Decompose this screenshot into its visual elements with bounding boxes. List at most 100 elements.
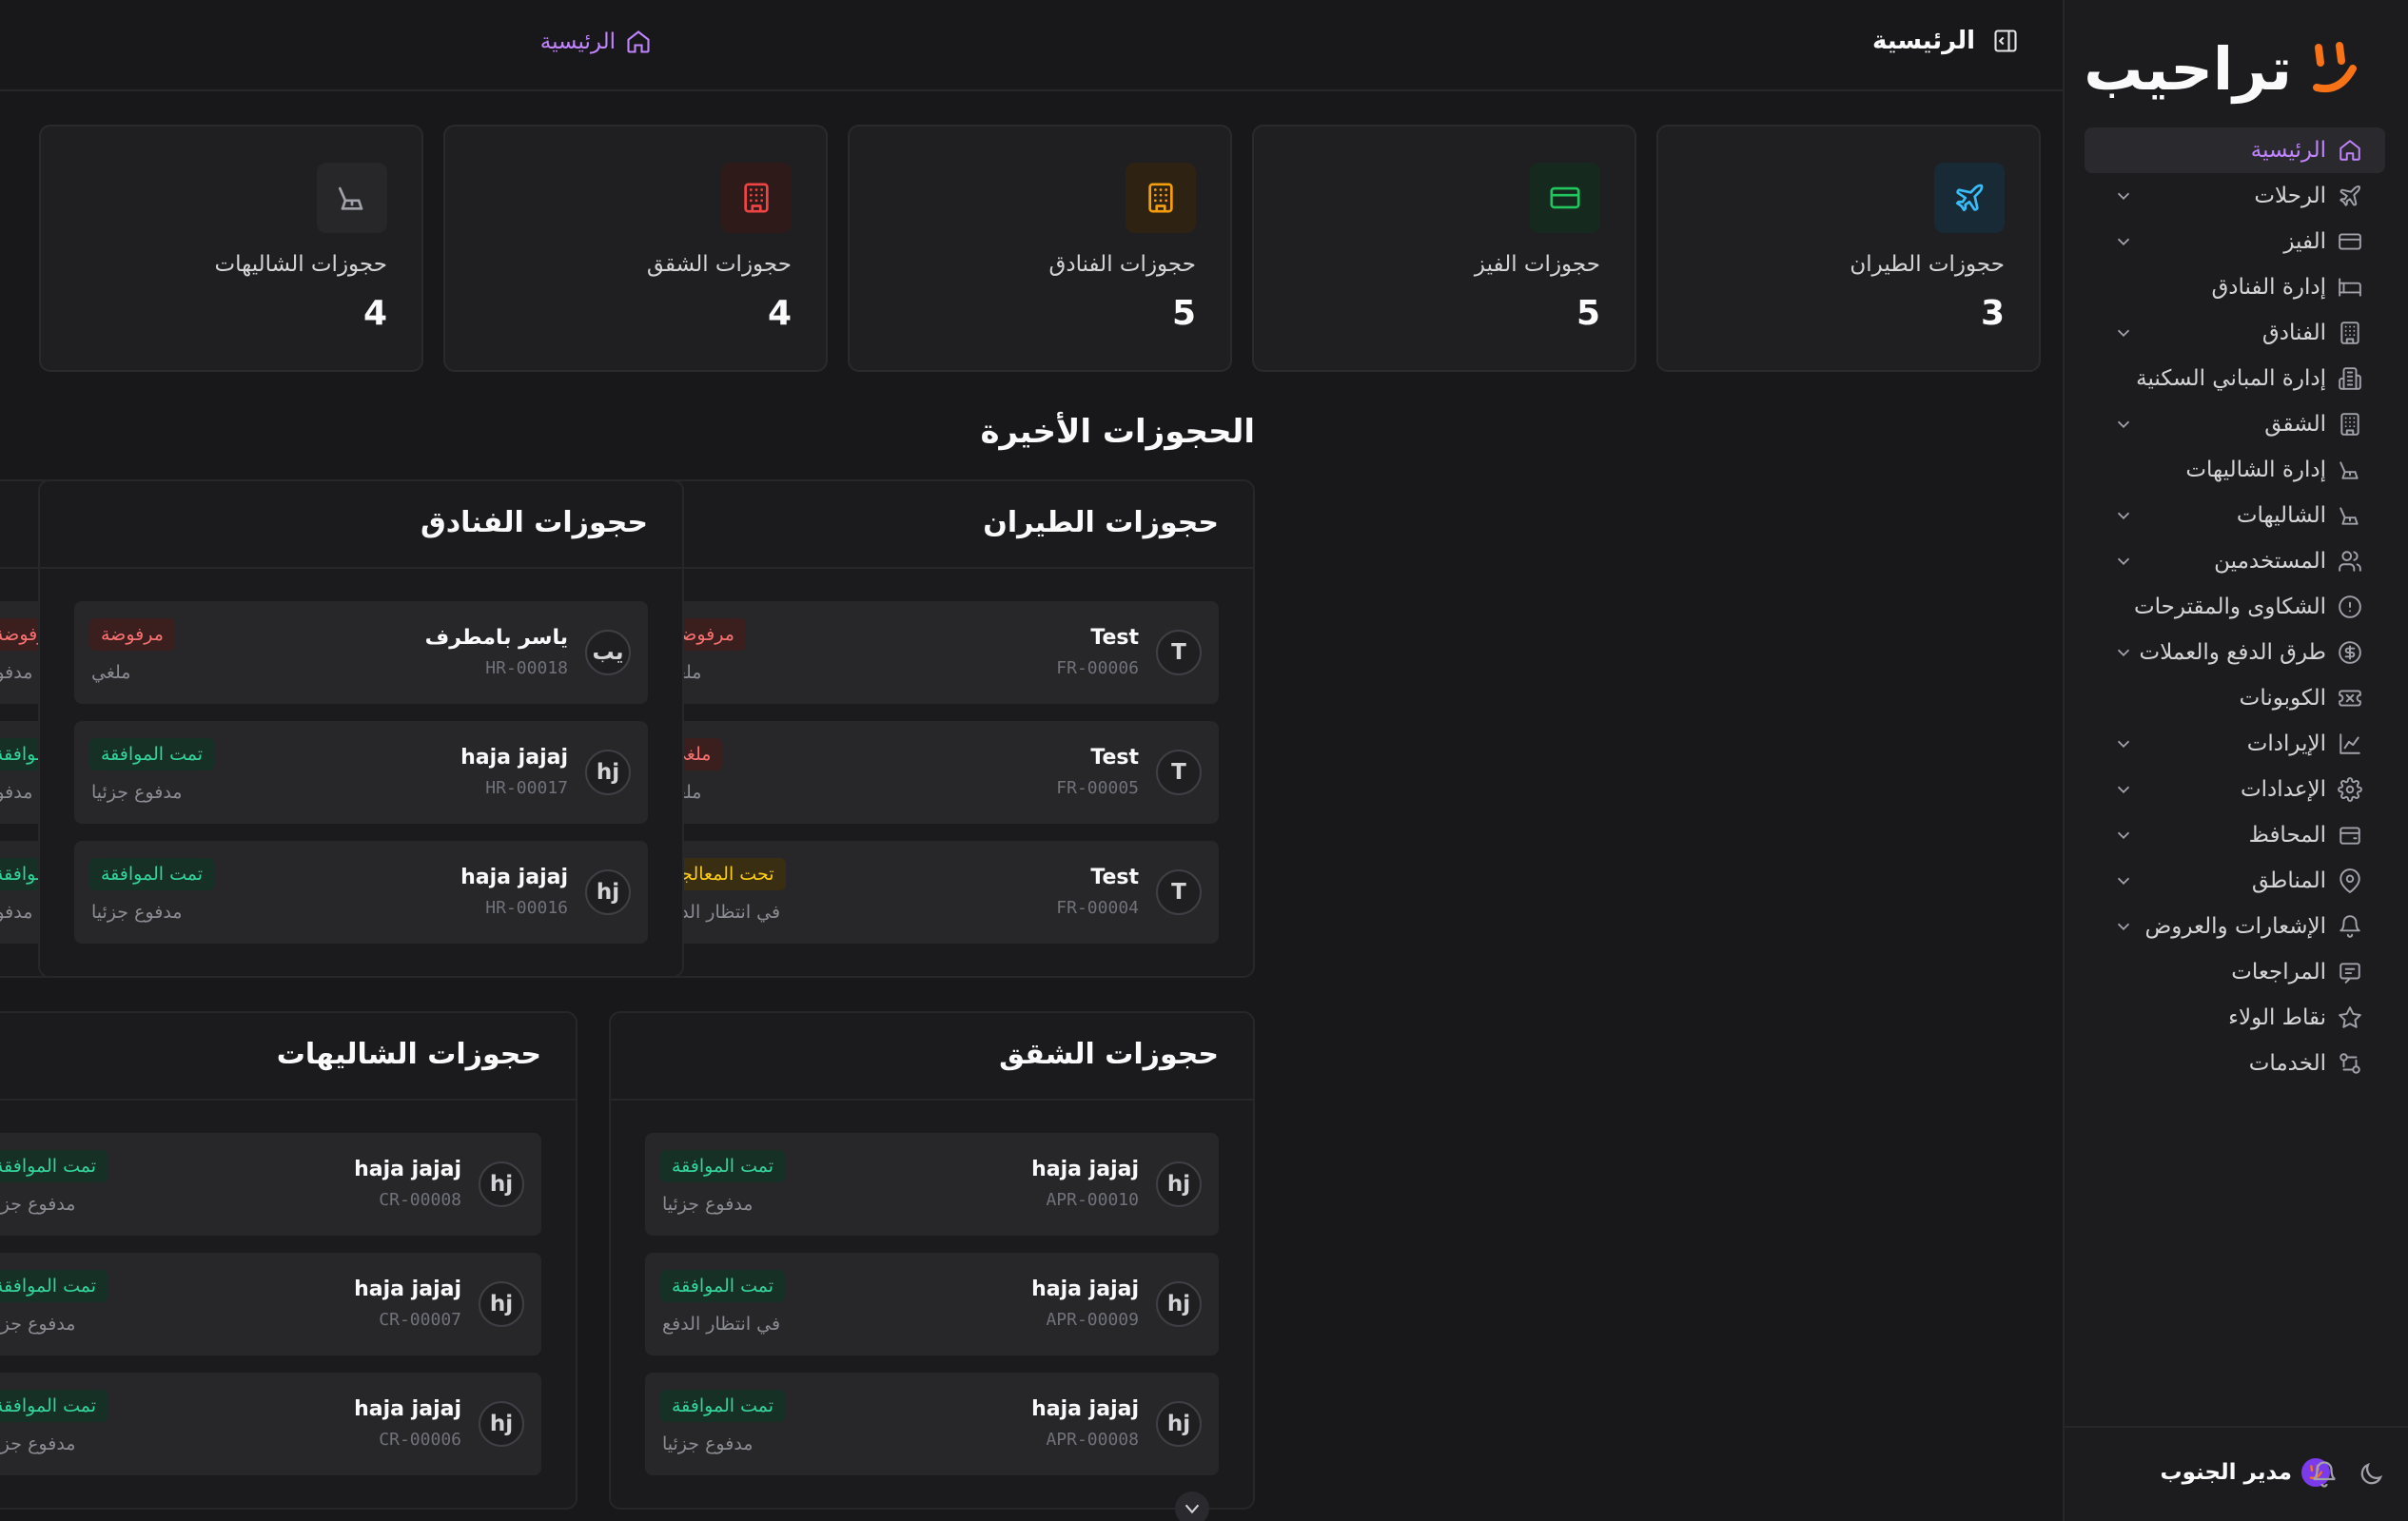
user-menu[interactable]: مدير الجنوب [2161,1458,2330,1487]
sidebar-item-5[interactable]: إدارة المباني السكنية [2085,356,2385,401]
panel-header: حجوزات الشاليهات [0,1013,576,1101]
sidebar-item-1[interactable]: الرحلات [2085,173,2385,219]
sidebar-item-18[interactable]: المراجعات [2085,949,2385,995]
booking-row[interactable]: TTestFR-00005ملغيملغي [645,721,1219,824]
customer-name: haja jajaj [1031,1158,1139,1181]
sidebar-item-label: إدارة الشاليهات [2185,458,2326,482]
booking-row[interactable]: TTestFR-00006مرفوضةملغي [645,601,1219,704]
booking-row[interactable]: hj haja jajaj HR-00016 تمت الموافقة مدفوع جز… [74,841,648,944]
top-bar: الرئيسية الرئيسية [0,0,2063,91]
scroll-down-button[interactable] [1175,1492,1209,1521]
sidebar-item-20[interactable]: الخدمات [2085,1041,2385,1086]
sidebar-item-16[interactable]: المناطق [2085,858,2385,904]
sidebar-item-9[interactable]: المستخدمين [2085,538,2385,584]
booking-row[interactable]: hj haja jajaj APR-00008 تمت الموافقة مدفوع ج… [645,1373,1219,1475]
avatar: T [1156,750,1202,795]
chevron-down-icon[interactable] [2113,322,2134,343]
sidebar-item-0[interactable]: الرئيسية [2085,127,2385,173]
booking-id: CR-00006 [379,1430,461,1450]
sidebar-item-14[interactable]: الإعدادات [2085,767,2385,812]
sidebar-item-label: إدارة الفنادق [2211,275,2326,300]
booking-id: HR-00018 [485,658,568,678]
stat-card-2[interactable]: حجوزات الفنادق 5 [848,125,1232,372]
chevron-down-icon[interactable] [2113,185,2134,206]
moon-icon[interactable] [2357,1460,2385,1489]
sidebar-toggle-icon[interactable] [1992,28,2019,54]
chevron-down-icon[interactable] [2113,825,2134,846]
sidebar-item-12[interactable]: الكوبونات [2085,675,2385,721]
bell-icon[interactable] [2310,1460,2339,1489]
sidebar-item-13[interactable]: الإيرادات [2085,721,2385,767]
sidebar-item-label: إدارة المباني السكنية [2136,366,2326,391]
stat-card-0[interactable]: حجوزات الطيران 3 [1656,125,2041,372]
chevron-down-icon[interactable] [2113,870,2134,891]
status-badge: مرفوضة [89,618,175,651]
chevron-down-icon[interactable] [2113,505,2134,526]
booking-row[interactable]: hj haja jajaj CR-00008 تمت الموافقة مدفوع جز… [0,1133,541,1236]
sidebar-item-label: الخدمات [2248,1051,2326,1076]
booking-row[interactable]: T Test FR-00004 تحت المعالجة في انتظار الدفع [645,841,1219,944]
booking-row[interactable]: يب ياسر بامطرف HR-00018 مرفوضة ملغي [74,601,648,704]
sidebar-item-10[interactable]: الشكاوى والمقترحات [2085,584,2385,630]
booking-row[interactable]: hj haja jajaj APR-00010 تمت الموافقة مدفوع ج… [645,1133,1219,1236]
stat-label: حجوزات الفيز [1474,252,1600,277]
logo[interactable]: تراحيب [2084,34,2360,104]
chair-icon [2336,501,2364,530]
avatar: T [1156,630,1202,675]
customer-name: haja jajaj [354,1277,461,1301]
sidebar-item-label: الإيرادات [2246,731,2326,756]
booking-row[interactable]: hj haja jajaj APR-00009 تمت الموافقة في انتظ… [645,1253,1219,1355]
sidebar-item-19[interactable]: نقاط الولاء [2085,995,2385,1041]
hotel-bookings-panel: حجوزات الفنادق يب ياسر بامطرف HR-00018 مرفوض… [38,479,684,978]
chevron-down-icon[interactable] [2113,779,2134,800]
chevron-down-icon[interactable] [2113,551,2134,572]
chevron-down-icon[interactable] [2113,642,2134,663]
stat-card-1[interactable]: حجوزات الفيز 5 [1252,125,1636,372]
sidebar-item-17[interactable]: الإشعارات والعروض [2085,904,2385,949]
chevron-down-icon [1184,1504,1200,1514]
customer-name: haja jajaj [460,866,568,889]
booking-id: CR-00007 [379,1310,461,1330]
avatar: hj [479,1161,524,1207]
stat-card-3[interactable]: حجوزات الشقق 4 [443,125,828,372]
payment-status: مدفوع جزئيا [662,1194,754,1215]
chevron-down-icon[interactable] [2113,916,2134,937]
sidebar-item-6[interactable]: الشقق [2085,401,2385,447]
sidebar-item-15[interactable]: المحافظ [2085,812,2385,858]
sidebar-item-3[interactable]: إدارة الفنادق [2085,264,2385,310]
customer-name: haja jajaj [460,746,568,770]
sidebar-item-label: الرحلات [2254,184,2326,208]
avatar: يب [585,630,631,675]
chart-icon [2336,730,2364,758]
chalet-bookings-panel: حجوزات الشاليهات hj haja jajaj CR-00008 تمت … [0,1011,578,1510]
sidebar-item-2[interactable]: الفيز [2085,219,2385,264]
avatar: hj [585,869,631,915]
chevron-down-icon[interactable] [2113,733,2134,754]
stat-label: حجوزات الشاليهات [214,252,387,277]
customer-name: haja jajaj [1031,1397,1139,1421]
payment-status: في انتظار الدفع [662,1314,781,1335]
sidebar-item-label: الشقق [2264,412,2326,437]
sidebar-item-7[interactable]: إدارة الشاليهات [2085,447,2385,493]
customer-name: Test [1090,746,1139,770]
chevron-down-icon[interactable] [2113,414,2134,435]
sidebar-item-label: المحافظ [2248,823,2326,848]
booking-row[interactable]: hj haja jajaj CR-00006 تمت الموافقة مدفوع جز… [0,1373,541,1475]
sidebar-item-label: طرق الدفع والعملات [2139,640,2326,665]
building-icon [1126,163,1196,233]
status-badge: تمت الموافقة [660,1150,785,1182]
booking-row[interactable]: hj haja jajaj CR-00007 تمت الموافقة مدفوع جز… [0,1253,541,1355]
breadcrumb[interactable]: الرئيسية [540,29,652,55]
customer-name: haja jajaj [354,1158,461,1181]
payment-status: مدفوع [0,782,33,803]
plane-icon [2336,182,2364,210]
sidebar-item-4[interactable]: الفنادق [2085,310,2385,356]
booking-row[interactable]: hj haja jajaj HR-00017 تمت الموافقة مدفوع جز… [74,721,648,824]
stat-value: 3 [1980,294,2005,333]
status-badge: تمت الموافقة [660,1390,785,1422]
chevron-down-icon[interactable] [2113,231,2134,252]
sidebar-item-11[interactable]: طرق الدفع والعملات [2085,630,2385,675]
bed-icon [2336,273,2364,302]
sidebar-item-8[interactable]: الشاليهات [2085,493,2385,538]
stat-card-4[interactable]: حجوزات الشاليهات 4 [39,125,423,372]
